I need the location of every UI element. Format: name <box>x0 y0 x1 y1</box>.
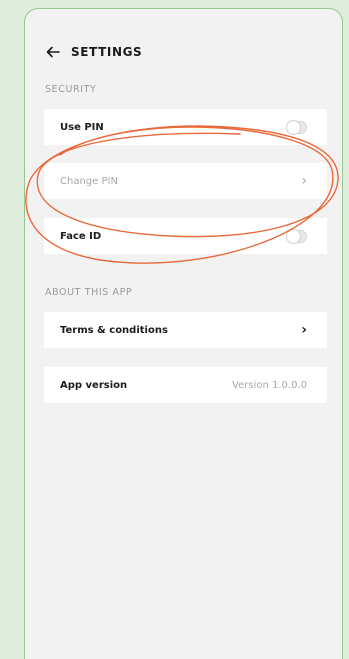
chevron-right-icon: › <box>301 173 307 189</box>
row-label: Terms & conditions <box>60 324 168 336</box>
terms-row[interactable]: Terms & conditions › <box>44 312 327 348</box>
row-label: Change PIN <box>60 175 118 187</box>
row-label: App version <box>60 379 128 391</box>
row-label: Use PIN <box>60 121 104 133</box>
page-title: SETTINGS <box>71 45 143 59</box>
row-label: Face ID <box>60 230 102 242</box>
app-version-value: Version 1.0.0.0 <box>232 379 307 391</box>
section-label-about: ABOUT THIS APP <box>45 287 133 298</box>
face-id-row[interactable]: Face ID <box>44 218 327 254</box>
face-id-toggle[interactable] <box>286 228 307 244</box>
use-pin-toggle[interactable] <box>286 119 307 135</box>
chevron-right-icon: › <box>301 322 307 338</box>
screen-background: SETTINGS SECURITY Use PIN Change PIN › F… <box>0 0 349 659</box>
header: SETTINGS <box>45 42 142 62</box>
arrow-left-icon[interactable] <box>45 44 61 60</box>
use-pin-row[interactable]: Use PIN <box>44 109 327 145</box>
app-version-row: App version Version 1.0.0.0 <box>44 367 327 403</box>
change-pin-row[interactable]: Change PIN › <box>44 163 327 199</box>
phone-frame: SETTINGS SECURITY Use PIN Change PIN › F… <box>24 8 343 659</box>
section-label-security: SECURITY <box>45 84 97 95</box>
